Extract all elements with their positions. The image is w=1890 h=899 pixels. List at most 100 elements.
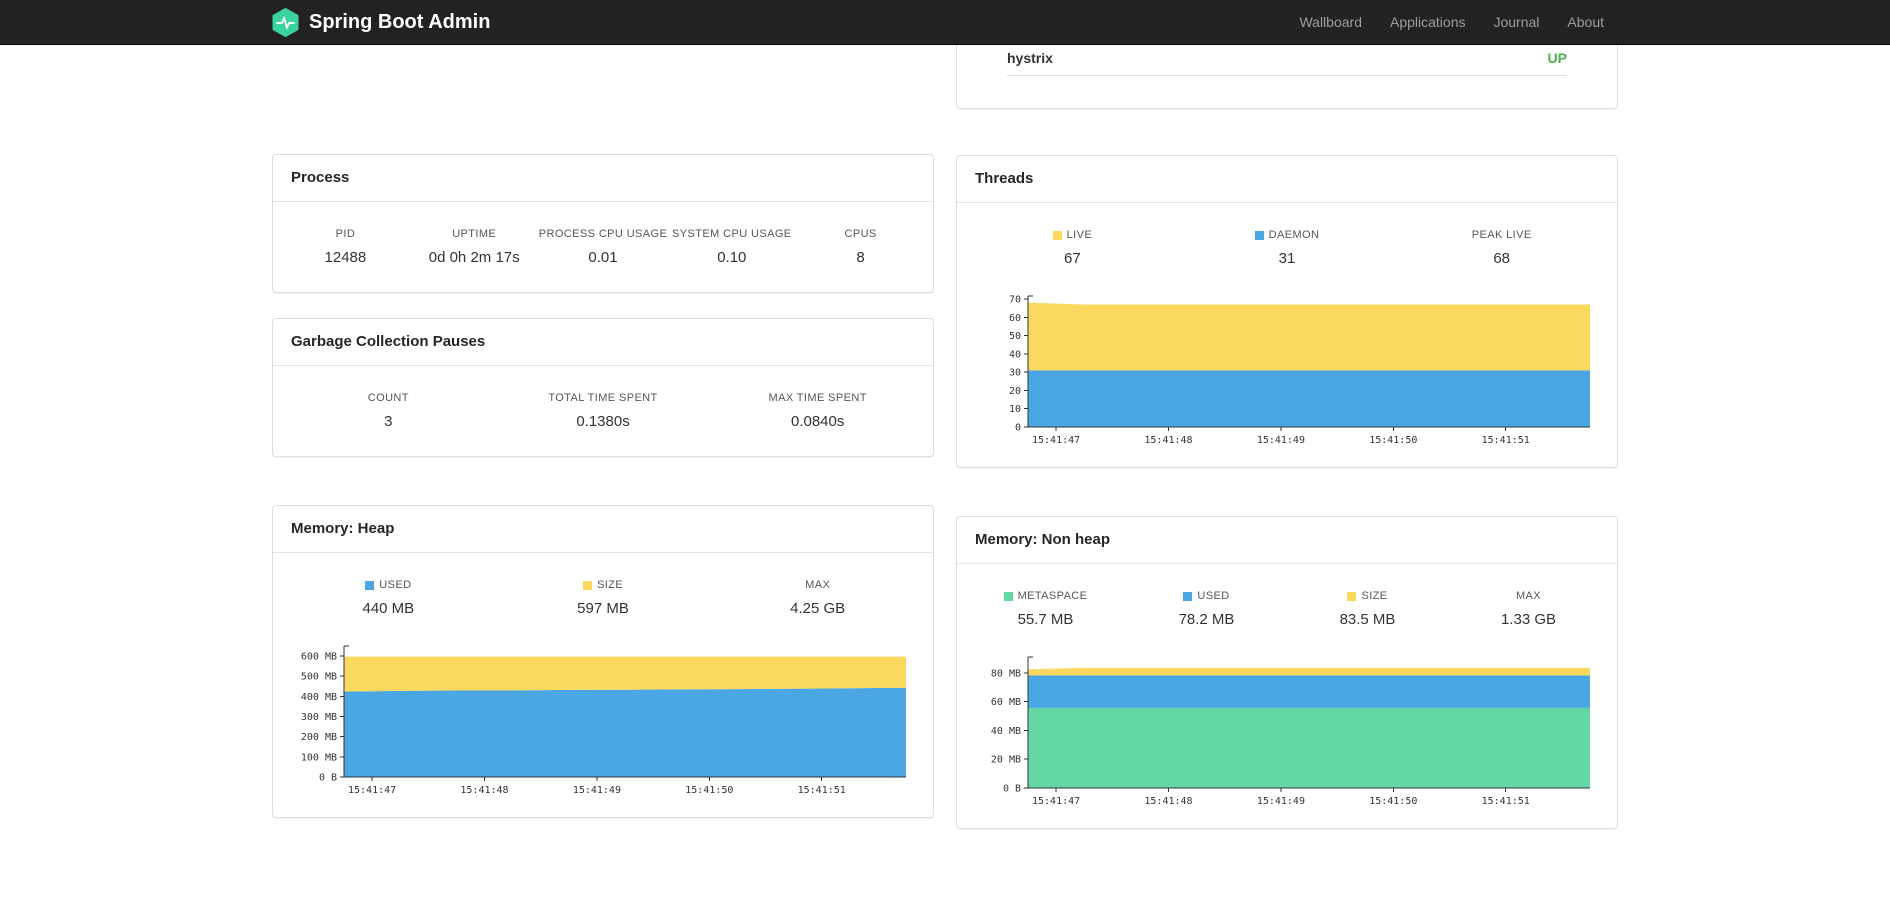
stat-total-time-spent: TOTAL TIME SPENT 0.1380s: [496, 392, 711, 430]
svg-text:40 MB: 40 MB: [991, 726, 1021, 737]
svg-text:15:41:47: 15:41:47: [348, 785, 396, 796]
panel-threads-header: Threads: [957, 156, 1617, 203]
nav-item-wallboard[interactable]: Wallboard: [1285, 14, 1376, 30]
stat-label-text: LIVE: [1066, 229, 1093, 241]
threads-chart: 0 10 20 30 40 50 60 70 15:41:47 15:41:48 15:41:49 1…: [957, 293, 1617, 467]
legend-swatch-live: [1052, 230, 1062, 240]
stat-label: DAEMON: [1254, 229, 1320, 241]
svg-text:30: 30: [1009, 368, 1021, 379]
gc-stats: COUNT 3 TOTAL TIME SPENT 0.1380s MAX TIM…: [273, 366, 933, 456]
navbar-inner: Spring Boot Admin Wallboard Applications…: [272, 0, 1618, 44]
svg-text:15:41:50: 15:41:50: [685, 785, 733, 796]
stat-max-time-spent: MAX TIME SPENT 0.0840s: [710, 392, 925, 430]
panel-process: Process PID 12488 UPTIME 0d 0h 2m 17s PR…: [272, 154, 934, 293]
stat-value: 0d 0h 2m 17s: [428, 249, 520, 266]
stat-label: USED: [365, 579, 411, 591]
stat-label-text: SIZE: [1361, 590, 1388, 602]
svg-text:200 MB: 200 MB: [301, 732, 337, 743]
svg-text:15:41:49: 15:41:49: [573, 785, 621, 796]
threads-stats: LIVE 67 DAEMON 31 PEAK LIVE 68: [957, 203, 1617, 293]
stat-cpus: CPUS 8: [796, 228, 925, 266]
svg-text:80 MB: 80 MB: [991, 668, 1021, 679]
legend-swatch-daemon: [1254, 230, 1264, 240]
stat-label: SIZE: [1347, 590, 1387, 602]
svg-text:0 B: 0 B: [319, 773, 337, 784]
panel-title: Threads: [975, 170, 1034, 187]
svg-text:15:41:50: 15:41:50: [1369, 796, 1417, 807]
svg-text:15:41:50: 15:41:50: [1369, 435, 1417, 446]
svg-text:15:41:47: 15:41:47: [1032, 435, 1080, 446]
stat-value: 4.25 GB: [790, 600, 846, 617]
svg-text:15:41:48: 15:41:48: [460, 785, 508, 796]
stat-value: 31: [1278, 250, 1296, 267]
svg-text:20: 20: [1009, 386, 1021, 397]
nonheap-stats: METASPACE 55.7 MB USED 78.2 MB SIZE 83.5…: [957, 564, 1617, 654]
stat-label-text: DAEMON: [1268, 229, 1320, 241]
panel-bottom-padding: [957, 76, 1617, 108]
navbar: Spring Boot Admin Wallboard Applications…: [0, 0, 1890, 45]
nav-item-journal[interactable]: Journal: [1479, 14, 1553, 30]
stat-label: PEAK LIVE: [1471, 229, 1532, 241]
stat-heap-max: MAX 4.25 GB: [710, 579, 925, 617]
stat-label: SYSTEM CPU USAGE: [672, 228, 792, 240]
stat-label: USED: [1183, 590, 1229, 602]
stat-label: MAX: [1515, 590, 1542, 602]
stat-label-text: SIZE: [596, 579, 624, 591]
svg-text:60 MB: 60 MB: [991, 697, 1021, 708]
stat-threads-live: LIVE 67: [965, 229, 1180, 267]
main-content: Process PID 12488 UPTIME 0d 0h 2m 17s PR…: [272, 20, 1618, 829]
stat-label: COUNT: [367, 392, 409, 404]
svg-text:600 MB: 600 MB: [301, 652, 337, 663]
panel-title: Memory: Non heap: [975, 531, 1111, 548]
stat-system-cpu-usage: SYSTEM CPU USAGE 0.10: [667, 228, 796, 266]
stat-value: 1.33 GB: [1500, 611, 1557, 628]
stat-label-text: USED: [1197, 590, 1230, 602]
svg-text:50: 50: [1009, 331, 1021, 342]
svg-text:15:41:51: 15:41:51: [798, 785, 846, 796]
stat-value: 3: [384, 413, 393, 430]
heap-stats: USED 440 MB SIZE 597 MB MAX 4.25 GB: [273, 553, 933, 643]
legend-swatch-used: [365, 580, 375, 590]
panel-process-header: Process: [273, 155, 933, 202]
stat-value: 0.1380s: [576, 413, 630, 430]
memory-nonheap-chart: 0 B 20 MB 40 MB 60 MB 80 MB 15:41:47 15:41:48 1…: [957, 654, 1617, 828]
brand-link[interactable]: Spring Boot Admin: [272, 7, 490, 37]
stat-label: TOTAL TIME SPENT: [548, 392, 658, 404]
svg-text:400 MB: 400 MB: [301, 692, 337, 703]
stat-uptime: UPTIME 0d 0h 2m 17s: [410, 228, 539, 266]
svg-text:70: 70: [1009, 295, 1021, 306]
svg-text:15:41:48: 15:41:48: [1144, 796, 1192, 807]
svg-text:10: 10: [1009, 404, 1021, 415]
svg-text:15:41:51: 15:41:51: [1482, 435, 1530, 446]
panel-title: Process: [291, 169, 350, 186]
stat-label: PID: [335, 228, 356, 240]
app-logo-icon: [272, 7, 299, 37]
panel-title: Memory: Heap: [291, 520, 395, 537]
svg-text:15:41:51: 15:41:51: [1482, 796, 1530, 807]
nav-item-applications[interactable]: Applications: [1376, 14, 1480, 30]
stat-threads-peak-live: PEAK LIVE 68: [1394, 229, 1609, 267]
stat-value: 78.2 MB: [1178, 611, 1235, 628]
panel-memory-nonheap: Memory: Non heap METASPACE 55.7 MB USED …: [956, 516, 1618, 829]
status-badge: UP: [1547, 50, 1567, 66]
stat-value: 597 MB: [577, 600, 629, 617]
left-column: Process PID 12488 UPTIME 0d 0h 2m 17s PR…: [272, 45, 934, 818]
stat-pid: PID 12488: [281, 228, 410, 266]
stat-label: MAX TIME SPENT: [768, 392, 867, 404]
application-name: hystrix: [1007, 50, 1053, 66]
svg-text:60: 60: [1009, 313, 1021, 324]
panel-gc-header: Garbage Collection Pauses: [273, 319, 933, 366]
stat-process-cpu-usage: PROCESS CPU USAGE 0.01: [539, 228, 668, 266]
panel-threads: Threads LIVE 67 DAEMON 31 PEAK LIVE 68 0…: [956, 155, 1618, 468]
legend-swatch-used: [1183, 591, 1193, 601]
stat-nonheap-max: MAX 1.33 GB: [1448, 590, 1609, 628]
nav-item-about[interactable]: About: [1553, 14, 1618, 30]
application-row-hystrix[interactable]: hystrix UP: [1007, 41, 1567, 76]
stat-label: SIZE: [582, 579, 624, 591]
stat-label: PROCESS CPU USAGE: [538, 228, 668, 240]
stat-label: MAX: [805, 579, 831, 591]
stat-value: 12488: [324, 249, 367, 266]
stat-threads-daemon: DAEMON 31: [1180, 229, 1395, 267]
stat-heap-size: SIZE 597 MB: [496, 579, 711, 617]
svg-text:500 MB: 500 MB: [301, 672, 337, 683]
